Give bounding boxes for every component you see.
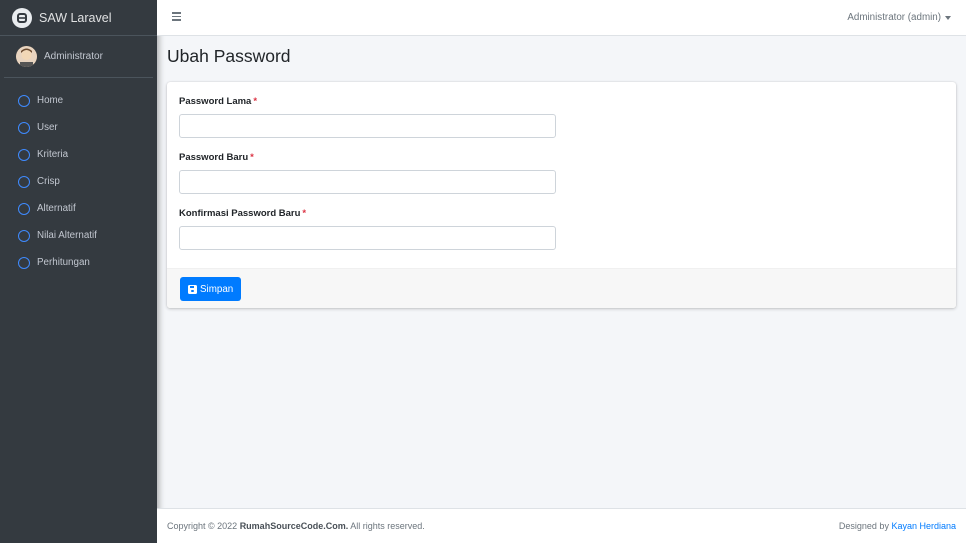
sidebar-item-crisp[interactable]: Crisp xyxy=(0,168,157,195)
sidebar-item-kriteria[interactable]: Kriteria xyxy=(0,141,157,168)
old-password-label: Password Lama * xyxy=(179,96,258,107)
sidebar-item-label: Nilai Alternatif xyxy=(37,230,97,241)
card-body: Password Lama * Password Baru * Konfirmasi… xyxy=(167,82,956,268)
designed-by-text: Designed by Kayan Herdiana xyxy=(838,521,956,531)
required-marker: * xyxy=(302,208,307,219)
top-navbar: Administrator (admin) xyxy=(157,0,966,36)
laravel-logo-icon xyxy=(12,7,32,28)
sidebar-item-alternatif[interactable]: Alternatif xyxy=(0,195,157,222)
password-form-card: Password Lama * Password Baru * Konfirmasi… xyxy=(167,82,956,308)
designer-link[interactable]: Kayan Herdiana xyxy=(891,521,956,531)
circle-icon xyxy=(18,148,30,161)
sidebar-item-label: Alternatif xyxy=(37,203,76,214)
sidebar: SAW Laravel Administrator Home User Krit… xyxy=(0,0,157,543)
copyright-text: Copyright © 2022 RumahSourceCode.Com. Al… xyxy=(167,521,425,531)
copyright-site: RumahSourceCode.Com. xyxy=(239,521,349,531)
confirm-password-label: Konfirmasi Password Baru * xyxy=(179,208,307,219)
sidebar-nav: Home User Kriteria Crisp Alternatif Nila… xyxy=(0,87,157,276)
required-marker: * xyxy=(250,152,254,163)
sidebar-item-perhitungan[interactable]: Perhitungan xyxy=(0,249,157,276)
card-footer: Simpan xyxy=(167,268,956,308)
old-password-field[interactable] xyxy=(179,114,556,138)
sidebar-item-user[interactable]: User xyxy=(0,114,157,141)
required-marker: * xyxy=(253,96,258,107)
avatar xyxy=(16,46,37,67)
page-footer: Copyright © 2022 RumahSourceCode.Com. Al… xyxy=(157,508,966,543)
brand-name: SAW Laravel xyxy=(39,10,112,25)
caret-down-icon xyxy=(945,15,951,20)
circle-icon xyxy=(18,94,30,107)
circle-icon xyxy=(18,256,30,269)
sidebar-item-nilai-alternatif[interactable]: Nilai Alternatif xyxy=(0,222,157,249)
sidebar-item-label: Kriteria xyxy=(37,149,69,160)
circle-icon xyxy=(18,175,30,188)
sidebar-item-label: Perhitungan xyxy=(37,257,90,268)
brand-link[interactable]: SAW Laravel xyxy=(0,0,157,36)
circle-icon xyxy=(18,229,30,242)
new-password-field[interactable] xyxy=(179,170,556,194)
sidebar-item-label: Crisp xyxy=(37,176,60,187)
sidebar-item-label: Home xyxy=(37,95,64,106)
sidebar-item-home[interactable]: Home xyxy=(0,87,157,114)
floppy-disk-icon xyxy=(188,284,197,294)
new-password-label: Password Baru * xyxy=(179,152,254,163)
confirm-password-field[interactable] xyxy=(179,226,556,250)
user-dropdown-label: Administrator (admin) xyxy=(847,12,941,23)
user-dropdown[interactable]: Administrator (admin) xyxy=(847,12,951,23)
circle-icon xyxy=(18,202,30,215)
user-panel[interactable]: Administrator xyxy=(4,36,153,78)
page-title: Ubah Password xyxy=(167,46,291,66)
circle-icon xyxy=(18,121,30,134)
user-name: Administrator xyxy=(44,51,103,62)
sidebar-item-label: User xyxy=(37,122,58,133)
save-button-label: Simpan xyxy=(200,283,234,295)
save-button[interactable]: Simpan xyxy=(180,277,242,301)
menu-toggle-icon[interactable] xyxy=(172,12,181,21)
